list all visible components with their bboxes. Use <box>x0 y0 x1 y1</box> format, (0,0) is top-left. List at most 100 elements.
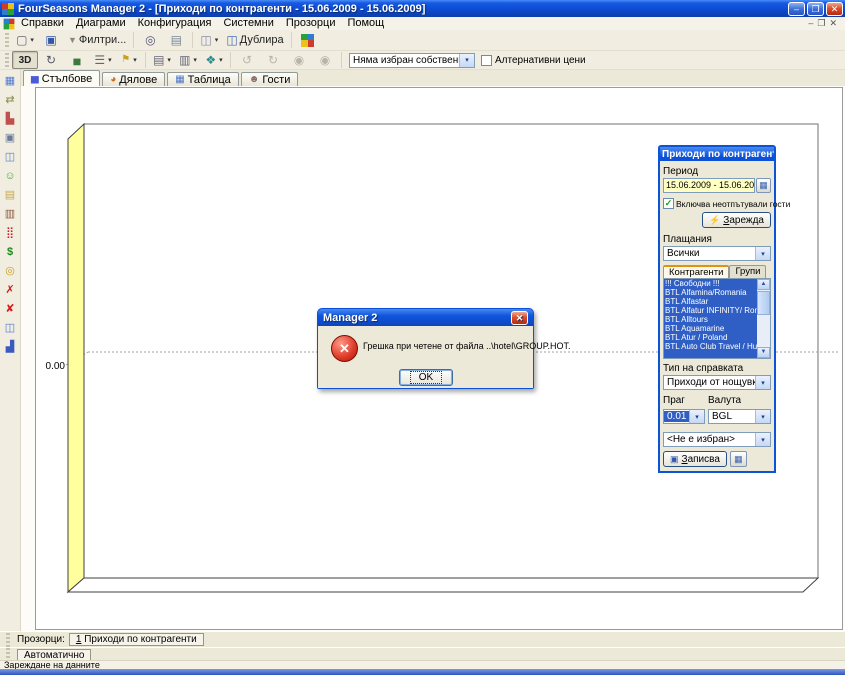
chart-icon[interactable]: ▙ <box>2 111 18 127</box>
include-guests-checkbox[interactable]: ✓ <box>663 198 674 209</box>
filters-button[interactable]: ▼ Филтри... <box>64 30 130 50</box>
bars-icon: ▅ <box>74 53 81 67</box>
labels-button[interactable]: ⚑ ▾ <box>116 51 142 69</box>
menu-system[interactable]: Системни <box>217 17 279 30</box>
windows-label: Прозорци: <box>17 634 65 645</box>
scrollbar-thumb[interactable] <box>757 291 770 315</box>
list-item-partial[interactable] <box>664 351 757 358</box>
alt-prices-checkbox[interactable] <box>481 55 492 66</box>
window-list-icon[interactable]: ◫ <box>2 320 18 336</box>
window-tab-button[interactable]: 1 Приходи по контрагенти <box>69 633 204 646</box>
dialog-title-bar[interactable]: Manager 2 ✕ <box>318 309 533 326</box>
menu-diagrams[interactable]: Диаграми <box>70 17 132 30</box>
mdi-minimize-button[interactable]: – <box>808 18 813 29</box>
rotate-chart-button[interactable]: ↻ <box>38 51 64 69</box>
print-button[interactable]: ▤ <box>163 30 189 50</box>
calendar-button[interactable]: ▦ <box>756 178 771 193</box>
coins-icon[interactable]: ◎ <box>2 263 18 279</box>
rotate-right-icon: ↻ <box>268 53 278 67</box>
stats-icon[interactable]: ▟ <box>2 339 18 355</box>
list-item[interactable]: !!! Свободни !!! <box>664 279 757 288</box>
list-item[interactable]: BTL Alfatur INFINITY/ Romania <box>664 306 757 315</box>
progress-strip <box>0 669 845 675</box>
horizontal-grid-button[interactable]: ▤ ▾ <box>149 51 175 69</box>
grid-options-button[interactable]: ▦ <box>730 451 747 467</box>
threed-toggle-button[interactable]: 3D <box>12 51 38 69</box>
panel-title-bar[interactable]: Приходи по контрагенти ✕ <box>660 147 774 161</box>
threshold-combo[interactable]: 0.01 ▾ <box>663 409 705 424</box>
calculator-icon[interactable]: ▣ <box>2 130 18 146</box>
cube-view-button[interactable]: ❖ ▾ <box>201 51 227 69</box>
minimize-button[interactable]: – <box>788 2 805 16</box>
bar-chart-icon: ▅ <box>31 73 39 84</box>
menu-reports[interactable]: Справки <box>15 17 70 30</box>
guests-icon[interactable]: ☺ <box>2 168 18 184</box>
chevron-down-icon: ▾ <box>133 56 137 64</box>
menu-windows[interactable]: Прозорци <box>280 17 342 30</box>
toolbar-grip[interactable] <box>6 633 10 647</box>
load-button[interactable]: ⚡ Зарежда <box>702 212 771 228</box>
close-button[interactable]: ✕ <box>826 2 843 16</box>
ledger-icon[interactable]: ▥ <box>2 206 18 222</box>
restore-button[interactable]: ❐ <box>807 2 824 16</box>
copy-button[interactable]: ◫ ▾ <box>196 30 222 50</box>
ok-button[interactable]: OK <box>399 369 453 386</box>
alt-prices-label: Алтернативни цени <box>495 55 586 66</box>
save-button[interactable]: ▣ <box>38 30 64 50</box>
scroll-up-icon[interactable]: ▲ <box>757 279 770 290</box>
currency-combo[interactable]: BGL ▾ <box>708 409 771 424</box>
toolbar-grip[interactable] <box>5 53 9 67</box>
rotate-left-button[interactable]: ↺ <box>234 51 260 69</box>
chart-report-button[interactable] <box>295 30 321 50</box>
print-preview-button[interactable]: ◎ <box>137 30 163 50</box>
grid-icon: ▦ <box>734 454 743 464</box>
rooms-grid-icon[interactable]: ▦ <box>2 73 18 89</box>
cascade-icon[interactable]: ◫ <box>2 149 18 165</box>
legend-button[interactable]: ☰ ▾ <box>90 51 116 69</box>
scroll-down-icon[interactable]: ▼ <box>757 347 770 358</box>
duplicate-button[interactable]: ◫ Дублира <box>222 30 287 50</box>
contragents-list: !!! Свободни !!! BTL Alfamina/Romania BT… <box>663 278 771 359</box>
payments-combo-value: Всички <box>664 248 755 259</box>
zoom-out-button[interactable]: ◉ <box>286 51 312 69</box>
template-combo[interactable]: <Не е избран> ▾ <box>663 432 771 447</box>
folder-icon[interactable]: ▤ <box>2 187 18 203</box>
occupancy-grid-icon[interactable]: ⣿ <box>2 225 18 241</box>
vertical-grid-button[interactable]: ▥ ▾ <box>175 51 201 69</box>
save-settings-button[interactable]: ▣ Записва <box>663 451 727 467</box>
report-type-combo[interactable]: Приходи от нощувки ▾ <box>663 375 771 390</box>
zoom-out-icon: ◉ <box>294 53 304 67</box>
tab-bars[interactable]: ▅ Стълбове <box>23 70 100 86</box>
transfer-icon[interactable]: ⇄ <box>2 92 18 108</box>
payments-combo[interactable]: Всички ▾ <box>663 246 771 261</box>
tab-table[interactable]: ▦ Таблица <box>167 72 239 86</box>
series-style-button[interactable]: ▅ <box>64 51 90 69</box>
dialog-close-button[interactable]: ✕ <box>511 311 528 325</box>
tab-pie[interactable]: ◕ Дялове <box>102 72 165 86</box>
mdi-close-button[interactable]: ✕ <box>829 18 837 29</box>
menu-configuration[interactable]: Конфигурация <box>132 17 218 30</box>
rotate-right-button[interactable]: ↻ <box>260 51 286 69</box>
zoom-in-button[interactable]: ◉ <box>312 51 338 69</box>
list-item[interactable]: BTL Alfastar <box>664 297 757 306</box>
tab-guests[interactable]: ☻ Гости <box>241 72 299 86</box>
list-item[interactable]: BTL Auto Club Travel / Hungary <box>664 342 757 351</box>
menu-help[interactable]: Помощ <box>341 17 390 30</box>
cancel-icon[interactable]: ✗ <box>2 282 18 298</box>
list-scrollbar[interactable]: ▲ ▼ <box>757 279 770 358</box>
money-icon[interactable]: $ <box>2 244 18 260</box>
guest-icon: ☻ <box>249 74 260 85</box>
list-item[interactable]: BTL Alltours <box>664 315 757 324</box>
list-item[interactable]: BTL Alfamina/Romania <box>664 288 757 297</box>
mdi-restore-button[interactable]: ❐ <box>817 18 825 29</box>
tab-groups[interactable]: Групи <box>729 265 766 278</box>
owner-combo[interactable]: Няма избран собственици ▾ <box>349 53 475 68</box>
list-item[interactable]: BTL Atur / Poland <box>664 333 757 342</box>
table-icon: ▦ <box>175 74 184 85</box>
toolbar-grip[interactable] <box>5 33 9 47</box>
cancel-fee-icon[interactable]: ✘ <box>2 301 18 317</box>
new-report-button[interactable]: ▢ ▾ <box>12 30 38 50</box>
tab-contragents[interactable]: Контрагенти <box>663 265 729 278</box>
period-input[interactable]: 15.06.2009 - 15.06.2009 <box>663 178 755 193</box>
list-item[interactable]: BTL Aquamarine <box>664 324 757 333</box>
